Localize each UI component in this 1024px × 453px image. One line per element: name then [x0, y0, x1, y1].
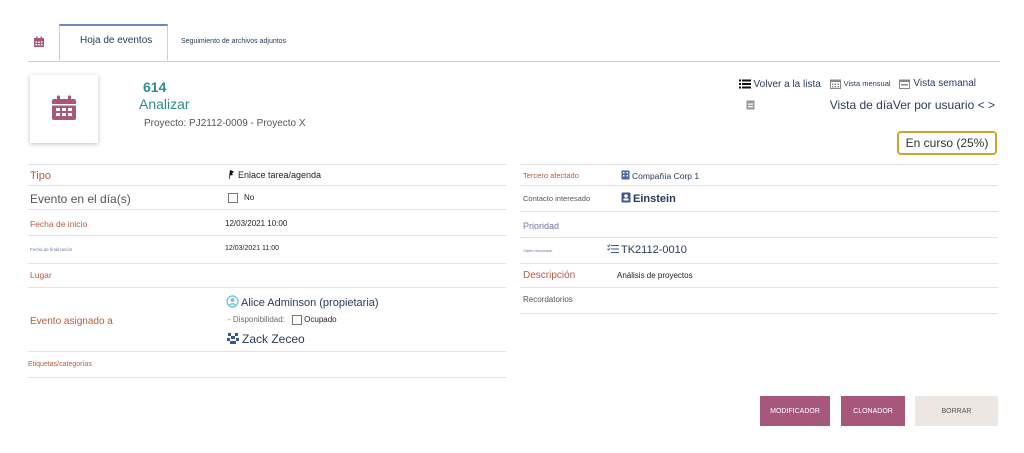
monthly-view-label: Vista mensual [843, 79, 891, 88]
desc-value: Análisis de proyectos [617, 271, 693, 280]
user-icon [226, 295, 239, 308]
calendar-icon [34, 36, 44, 47]
event-ref: 614 [143, 79, 167, 95]
priority-label: Prioridad [523, 221, 560, 231]
assigned-owner-text: Alice Adminson (propietaria) [241, 297, 379, 309]
start-value: 12/03/2021 10:00 [225, 219, 288, 228]
delete-button[interactable]: BORRAR [915, 396, 998, 426]
contact-value-text: Einstein [633, 193, 676, 205]
contact-label: Contacto interesado [523, 194, 591, 203]
availability-value: Ocupado [304, 315, 337, 325]
assigned-other-text: Zack Zeceo [242, 332, 305, 346]
modify-button[interactable]: MODIFICADOR [760, 396, 830, 426]
weekly-view-label: Vista semanal [913, 78, 976, 89]
monthly-view-link[interactable]: Vista mensual [829, 78, 891, 89]
field-row-description: Descripción Análisis de proyectos [520, 264, 998, 288]
allday-checkbox[interactable] [228, 193, 238, 203]
tab-event-sheet[interactable]: Hoja de eventos [59, 24, 168, 61]
end-label: Fecha de finalización [30, 247, 73, 252]
calendar-icon [746, 100, 755, 110]
linked-value[interactable]: TK2112-0010 [607, 244, 687, 256]
status-badge: En curso (25%) [897, 131, 997, 155]
ticket-icon [607, 244, 619, 253]
view-nav: Volver a la lista Vista mensual Vista se… [733, 78, 976, 92]
availability-label: - Disponibilidad: [228, 315, 285, 325]
assigned-label: Evento asignado a [30, 316, 113, 327]
event-project[interactable]: Proyecto: PJ2112-0009 - Proyecto X [144, 118, 306, 129]
type-label: Tipo [30, 170, 51, 182]
type-value-text: Enlace tarea/agenda [238, 170, 322, 180]
tab-attachments[interactable]: Seguimiento de archivos adjuntos [181, 38, 286, 45]
tags-label: Etiquetas/categorías [28, 361, 92, 368]
field-row-end: Fecha de finalización 12/03/2021 11:00 [28, 236, 506, 264]
calendar-icon [899, 79, 911, 89]
field-row-allday: Evento en el día(s) No [28, 186, 506, 210]
next-link[interactable]: > [988, 98, 995, 112]
allday-value-text: No [244, 193, 255, 203]
by-user-view-link[interactable]: Ver por usuario [893, 98, 974, 112]
back-to-list-link[interactable]: Volver a la lista [738, 78, 821, 90]
list-icon [738, 79, 751, 89]
field-row-linked: Objeto relacionado TK2112-0010 [520, 238, 998, 264]
back-to-list-label: Volver a la lista [753, 78, 821, 90]
thirdparty-value[interactable]: Compañía Corp 1 [621, 170, 699, 181]
assigned-owner[interactable]: Alice Adminson (propietaria) [226, 295, 379, 309]
pin-icon [229, 170, 234, 179]
availability: - Disponibilidad: Ocupado [228, 315, 337, 325]
contact-icon [621, 192, 631, 203]
allday-value: No [228, 193, 254, 203]
reminders-label: Recordatorios [523, 295, 573, 304]
availability-checkbox[interactable] [292, 315, 303, 325]
tab-event-sheet-label: Hoja de eventos [80, 35, 153, 46]
weekly-view-link[interactable]: Vista semanal [899, 78, 976, 89]
linked-value-text: TK2112-0010 [621, 244, 687, 256]
field-row-start: Fecha de inicio 12/03/2021 10:00 [28, 210, 506, 236]
end-value: 12/03/2021 11:00 [225, 245, 279, 252]
field-row-reminders: Recordatorios [520, 288, 998, 314]
thirdparty-label: Tercero afectado [523, 171, 579, 180]
tab-bar: Hoja de eventos Seguimiento de archivos … [28, 0, 1000, 62]
calendar-icon [52, 95, 76, 120]
location-label: Lugar [30, 270, 52, 280]
calendar-icon [829, 79, 841, 89]
assigned-other[interactable]: Zack Zeceo [226, 332, 305, 346]
field-row-tags: Etiquetas/categorías [28, 352, 506, 378]
field-row-contact: Contacto interesado Einstein [520, 186, 998, 212]
company-icon [621, 170, 630, 180]
user-icon [226, 332, 240, 345]
field-row-type: Tipo Enlace tarea/agenda [28, 164, 506, 186]
field-row-thirdparty: Tercero afectado Compañía Corp 1 [520, 164, 998, 186]
type-value: Enlace tarea/agenda [228, 170, 321, 180]
view-nav-row2: Vista de díaVer por usuario < > [746, 98, 995, 112]
field-row-priority: Prioridad [520, 212, 998, 238]
event-icon-card [30, 75, 98, 143]
clone-button[interactable]: CLONADOR [841, 396, 905, 426]
event-label: Analizar [139, 96, 190, 112]
prev-link[interactable]: < [978, 98, 985, 112]
linked-label: Objeto relacionado [523, 249, 553, 253]
day-view-link[interactable]: Vista de día [830, 98, 893, 112]
field-row-assigned: Evento asignado a Alice Adminson (propie… [28, 288, 506, 352]
start-label: Fecha de inicio [30, 219, 88, 229]
desc-label: Descripción [523, 270, 576, 281]
thirdparty-value-text: Compañía Corp 1 [632, 171, 700, 181]
field-row-location: Lugar [28, 264, 506, 288]
contact-value[interactable]: Einstein [621, 192, 676, 205]
allday-label: Evento en el día(s) [30, 192, 131, 206]
